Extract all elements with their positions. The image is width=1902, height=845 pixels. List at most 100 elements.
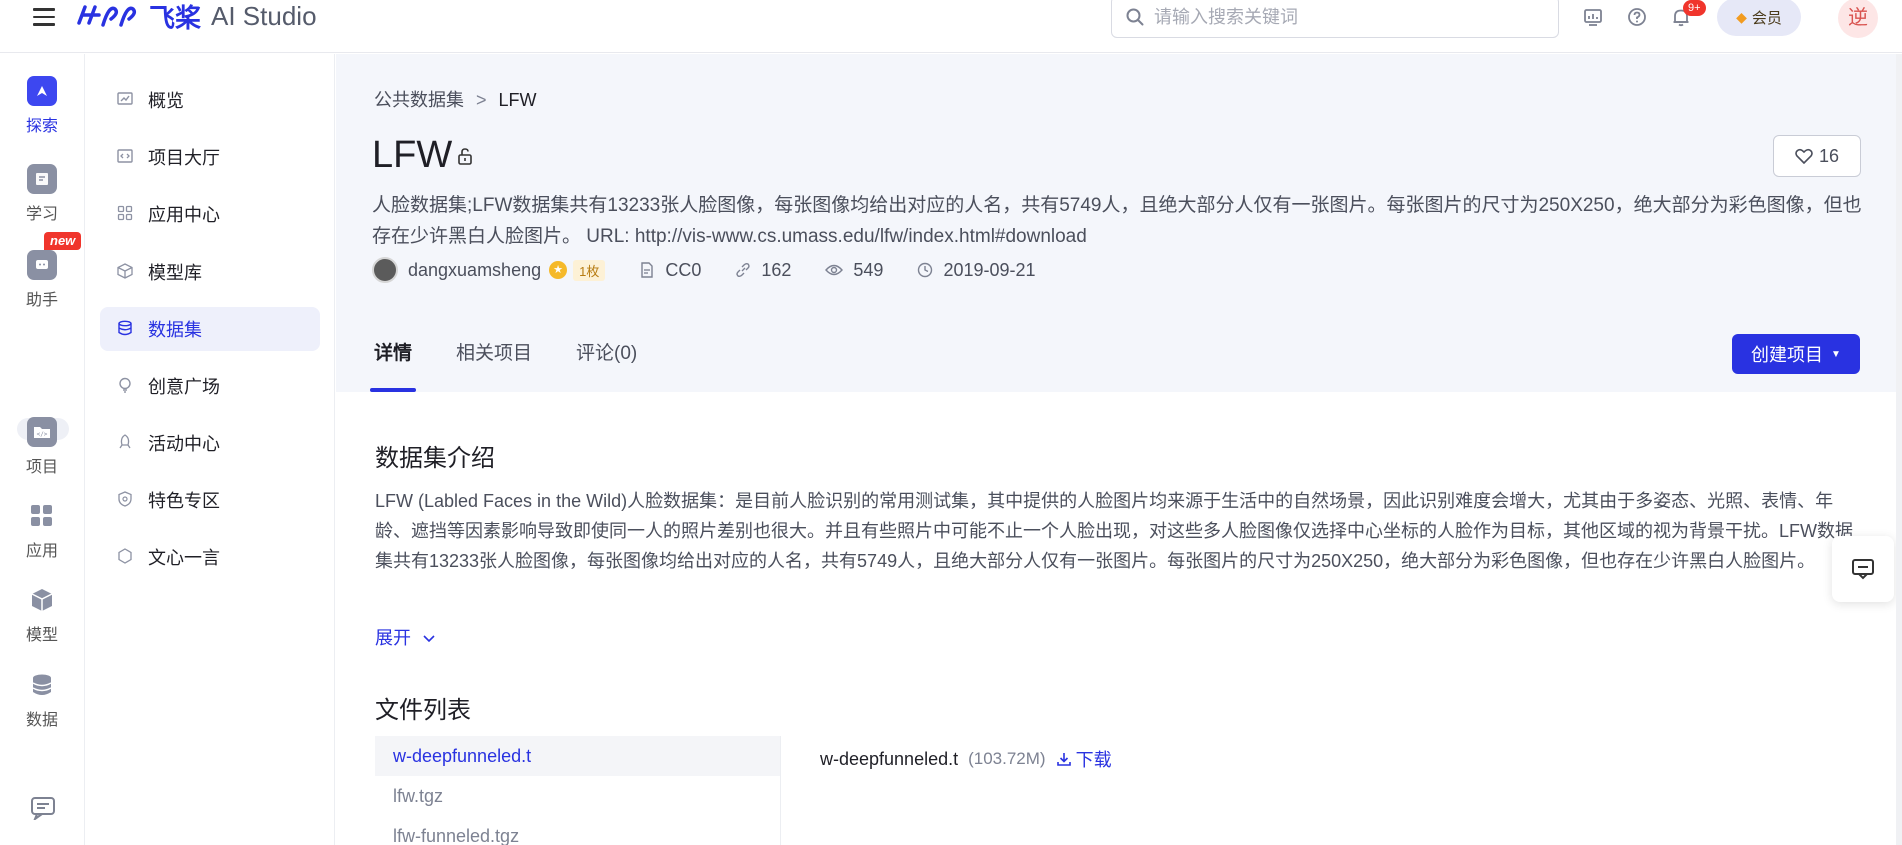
help-icon[interactable] <box>1626 7 1648 29</box>
create-project-label: 创建项目 <box>1751 345 1824 365</box>
file-detail-size: (103.72M) <box>968 749 1046 768</box>
expand-link[interactable]: 展开 <box>375 624 436 650</box>
dataset-content: 数据集介绍 LFW (Labled Faces in the Wild)人脸数据… <box>336 392 1902 845</box>
rail-label: 项目 <box>25 459 58 476</box>
comment-icon <box>1852 559 1874 580</box>
heart-icon <box>1795 148 1813 164</box>
tab-comments[interactable]: 评论(0) <box>576 324 637 392</box>
clock-icon <box>918 262 933 278</box>
link-icon <box>736 262 751 278</box>
rail-item-projects[interactable]: </> 项目 <box>0 417 84 477</box>
subnav-item-overview[interactable]: 概览 <box>100 78 320 122</box>
breadcrumb-separator: > <box>476 90 487 110</box>
dashboard-icon[interactable] <box>1582 7 1604 29</box>
subnav-item-ernie[interactable]: 文心一言 <box>100 535 320 579</box>
subnav-label: 特色专区 <box>148 491 220 511</box>
top-bar: 飞桨 AI Studio 9+ ◆ 会员 逆 <box>0 0 1902 53</box>
rail-item-learn[interactable]: 学习 <box>0 164 84 224</box>
download-link[interactable]: 下载 <box>1056 746 1112 772</box>
apps-icon <box>27 501 57 531</box>
database-outline-icon <box>116 320 134 338</box>
file-item[interactable]: w-deepfunneled.t <box>375 736 780 776</box>
subnav-item-model-hub[interactable]: 模型库 <box>100 250 320 294</box>
rail-item-assistant[interactable]: 助手 <box>0 250 84 310</box>
star-icon: ★ <box>549 261 568 279</box>
tab-bar: 详情 相关项目 评论(0) <box>369 324 681 392</box>
diamond-icon: ◆ <box>1736 8 1747 25</box>
subnav-label: 数据集 <box>148 320 202 340</box>
author-name[interactable]: dangxuamsheng <box>408 260 541 281</box>
subnav-item-datasets[interactable]: 数据集 <box>100 307 320 351</box>
search-box[interactable] <box>1111 0 1559 38</box>
cube-outline-icon <box>116 263 134 281</box>
fork-info: 162 <box>735 260 791 281</box>
file-list-title: 文件列表 <box>375 697 471 724</box>
eye-icon <box>825 264 844 276</box>
file-item[interactable]: lfw.tgz <box>375 776 780 816</box>
paddle-logo-icon <box>77 5 137 27</box>
file-list: w-deepfunneled.t lfw.tgz lfw-funneled.tg… <box>375 736 781 845</box>
database-icon <box>27 670 57 700</box>
chart-icon <box>116 91 134 109</box>
file-item[interactable]: lfw-funneled.tgz <box>375 816 780 845</box>
rail-label: 模型 <box>25 627 58 644</box>
license-doc-icon <box>641 262 654 278</box>
download-icon <box>1056 753 1071 766</box>
create-project-button[interactable]: 创建项目 ▼ <box>1732 334 1860 374</box>
subnav-label: 文心一言 <box>148 548 220 568</box>
page-scrollbar[interactable] <box>1896 54 1902 845</box>
search-input[interactable] <box>1154 6 1534 28</box>
license-value: CC0 <box>665 259 702 280</box>
subnav-item-project-hall[interactable]: 项目大厅 <box>100 135 320 179</box>
file-detail-name: w-deepfunneled.t <box>820 748 959 769</box>
author-avatar[interactable] <box>372 257 398 283</box>
view-count: 549 <box>853 259 884 280</box>
rail-label: 助手 <box>25 292 58 309</box>
chevron-down-icon <box>423 635 435 643</box>
new-badge: new <box>44 232 82 250</box>
notification-count-badge: 9+ <box>1683 0 1706 16</box>
intro-text: LFW (Labled Faces in the Wild)人脸数据集：是目前人… <box>375 491 1853 571</box>
secondary-nav: 概览 项目大厅 应用中心 模型库 数据集 创意广场 活动中心 特色专区 文心一言 <box>85 54 335 845</box>
float-comment-button[interactable] <box>1832 536 1894 602</box>
view-info: 549 <box>825 260 883 281</box>
rail-item-data[interactable]: 数据 <box>0 670 84 730</box>
folder-code-icon: </> <box>27 417 57 447</box>
subnav-item-app-center[interactable]: 应用中心 <box>100 192 320 236</box>
subnav-label: 模型库 <box>148 263 202 283</box>
user-avatar[interactable]: 逆 <box>1838 0 1878 38</box>
cube-icon <box>27 585 57 615</box>
primary-rail: 探索 学习 new 助手 我的 </> 项目 应用 模型 数据 <box>0 54 85 845</box>
rail-label: 学习 <box>25 206 58 223</box>
subnav-label: 概览 <box>148 91 184 111</box>
breadcrumb-current: LFW <box>498 90 537 110</box>
subnav-item-events[interactable]: 活动中心 <box>100 421 320 465</box>
feedback-icon[interactable] <box>30 796 56 822</box>
code-window-icon <box>116 148 134 166</box>
hexagon-icon <box>116 548 134 566</box>
rail-item-models[interactable]: 模型 <box>0 585 84 645</box>
vip-button[interactable]: ◆ 会员 <box>1717 0 1801 36</box>
subnav-label: 项目大厅 <box>148 148 220 168</box>
intro-title: 数据集介绍 <box>375 445 495 472</box>
tab-details[interactable]: 详情 <box>369 324 417 392</box>
tab-related-projects[interactable]: 相关项目 <box>456 324 532 392</box>
subnav-item-creative[interactable]: 创意广场 <box>100 364 320 408</box>
expand-label: 展开 <box>375 628 411 648</box>
brand-logo[interactable]: 飞桨 AI Studio <box>75 0 317 34</box>
subnav-item-featured[interactable]: 特色专区 <box>100 478 320 522</box>
download-label: 下载 <box>1075 750 1112 770</box>
bulb-icon <box>116 377 134 395</box>
like-button[interactable]: 16 <box>1773 135 1861 177</box>
like-count: 16 <box>1818 145 1840 166</box>
rail-item-apps[interactable]: 应用 <box>0 501 84 561</box>
subnav-label: 应用中心 <box>148 205 220 225</box>
rail-label: 探索 <box>25 118 58 135</box>
svg-text:</>: </> <box>37 431 48 438</box>
menu-icon[interactable] <box>33 8 55 26</box>
unlock-icon <box>458 148 472 165</box>
dataset-meta: dangxuamsheng ★ 1枚 CC0 162 549 2019-09-2… <box>372 256 1036 284</box>
rail-item-explore[interactable]: 探索 <box>0 76 84 136</box>
breadcrumb-parent-link[interactable]: 公共数据集 <box>374 90 464 110</box>
book-icon <box>27 164 57 194</box>
